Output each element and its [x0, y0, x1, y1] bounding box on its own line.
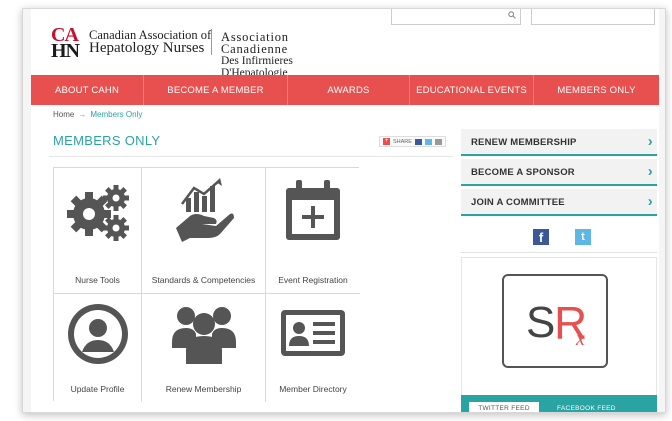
- share-button[interactable]: + SHARE: [379, 136, 446, 147]
- user-circle-icon: [54, 302, 141, 366]
- org-name-en: Canadian Association of Hepatology Nurse…: [89, 29, 211, 56]
- join-committee-button[interactable]: JOIN A COMMITTEE ›: [461, 189, 657, 216]
- page-title: MEMBERS ONLY: [53, 133, 161, 148]
- email-mini-icon[interactable]: [434, 138, 442, 145]
- group-icon: [142, 302, 265, 366]
- members-tile-grid: Nurse Tools Standards & Competencies Eve…: [53, 167, 360, 402]
- twitter-mini-icon[interactable]: [424, 138, 432, 145]
- site-logo[interactable]: CA HN Canadian Association of Hepatology…: [51, 25, 351, 79]
- tile-label: Update Profile: [70, 384, 125, 394]
- sidebar: RENEW MEMBERSHIP › BECOME A SPONSOR › JO…: [461, 129, 657, 412]
- org-name-fr-line1: Association Canadienne: [221, 30, 289, 56]
- renew-membership-button[interactable]: RENEW MEMBERSHIP ›: [461, 129, 657, 156]
- search-icon[interactable]: [508, 11, 516, 21]
- gears-icon: [54, 178, 141, 244]
- srx-logo: S R x: [502, 274, 608, 368]
- tile-renew-membership[interactable]: Renew Membership: [142, 294, 266, 402]
- tile-label: Renew Membership: [165, 384, 242, 394]
- tile-member-directory[interactable]: Member Directory: [266, 294, 360, 402]
- logo-divider: [211, 29, 212, 55]
- become-sponsor-label: BECOME A SPONSOR: [471, 167, 575, 178]
- sponsor-ad[interactable]: S R x: [461, 257, 657, 405]
- logo-mark: CA HN: [51, 25, 80, 62]
- nav-item-educational-events[interactable]: EDUCATIONAL EVENTS: [410, 75, 534, 105]
- nav-item-become-member[interactable]: BECOME A MEMBER: [144, 75, 288, 105]
- plus-icon: +: [383, 138, 390, 145]
- social-links: f t: [461, 219, 657, 253]
- tile-standards-competencies[interactable]: Standards & Competencies: [142, 168, 266, 294]
- hand-chart-icon: [142, 178, 265, 244]
- tile-label: Nurse Tools: [75, 275, 120, 285]
- renew-membership-label: RENEW MEMBERSHIP: [471, 137, 577, 148]
- become-sponsor-button[interactable]: BECOME A SPONSOR ›: [461, 159, 657, 186]
- tile-label: Member Directory: [279, 384, 347, 394]
- org-name-fr: Association Canadienne Des Infirmieres D…: [221, 31, 351, 79]
- share-label: SHARE: [393, 138, 412, 145]
- logo-mark-bottom: HN: [51, 40, 80, 62]
- chevron-right-icon: ›: [647, 133, 653, 150]
- join-committee-label: JOIN A COMMITTEE: [471, 197, 565, 208]
- id-card-icon: [266, 302, 360, 362]
- twitter-icon[interactable]: t: [575, 229, 591, 245]
- tile-event-registration[interactable]: Event Registration: [266, 168, 360, 294]
- tab-facebook-feed[interactable]: FACEBOOK FEED: [557, 405, 616, 412]
- breadcrumb-separator: →: [78, 110, 87, 119]
- breadcrumb-current[interactable]: Members Only: [90, 110, 142, 119]
- tile-nurse-tools[interactable]: Nurse Tools: [54, 168, 142, 294]
- nav-item-about[interactable]: ABOUT CAHN: [31, 75, 144, 105]
- tile-update-profile[interactable]: Update Profile: [54, 294, 142, 402]
- tile-label: Event Registration: [278, 275, 348, 285]
- srx-logo-x: x: [576, 328, 585, 350]
- header-utility-box[interactable]: [531, 9, 655, 25]
- chevron-right-icon: ›: [647, 163, 653, 180]
- breadcrumb: Home → Members Only: [53, 110, 142, 119]
- feed-tabs: TWITTER FEED FACEBOOK FEED: [461, 395, 657, 412]
- facebook-mini-icon[interactable]: [414, 138, 422, 145]
- page: CA HN Canadian Association of Hepatology…: [31, 9, 659, 412]
- tab-twitter-feed[interactable]: TWITTER FEED: [469, 402, 539, 412]
- nav-item-members-only[interactable]: MEMBERS ONLY: [534, 75, 659, 105]
- nav-item-awards[interactable]: AWARDS: [288, 75, 410, 105]
- page-title-row: MEMBERS ONLY + SHARE: [49, 127, 453, 157]
- org-name-en-line2: Hepatology Nurses: [89, 40, 205, 56]
- search-input[interactable]: [391, 9, 521, 25]
- breadcrumb-home[interactable]: Home: [53, 110, 74, 119]
- srx-logo-s: S: [526, 298, 556, 347]
- facebook-icon[interactable]: f: [533, 229, 549, 245]
- calendar-plus-icon: [266, 178, 360, 244]
- main-nav: ABOUT CAHN BECOME A MEMBER AWARDS EDUCAT…: [31, 75, 659, 105]
- chevron-right-icon: ›: [647, 193, 653, 210]
- tile-label: Standards & Competencies: [151, 275, 256, 285]
- screenshot-frame: CA HN Canadian Association of Hepatology…: [22, 8, 666, 413]
